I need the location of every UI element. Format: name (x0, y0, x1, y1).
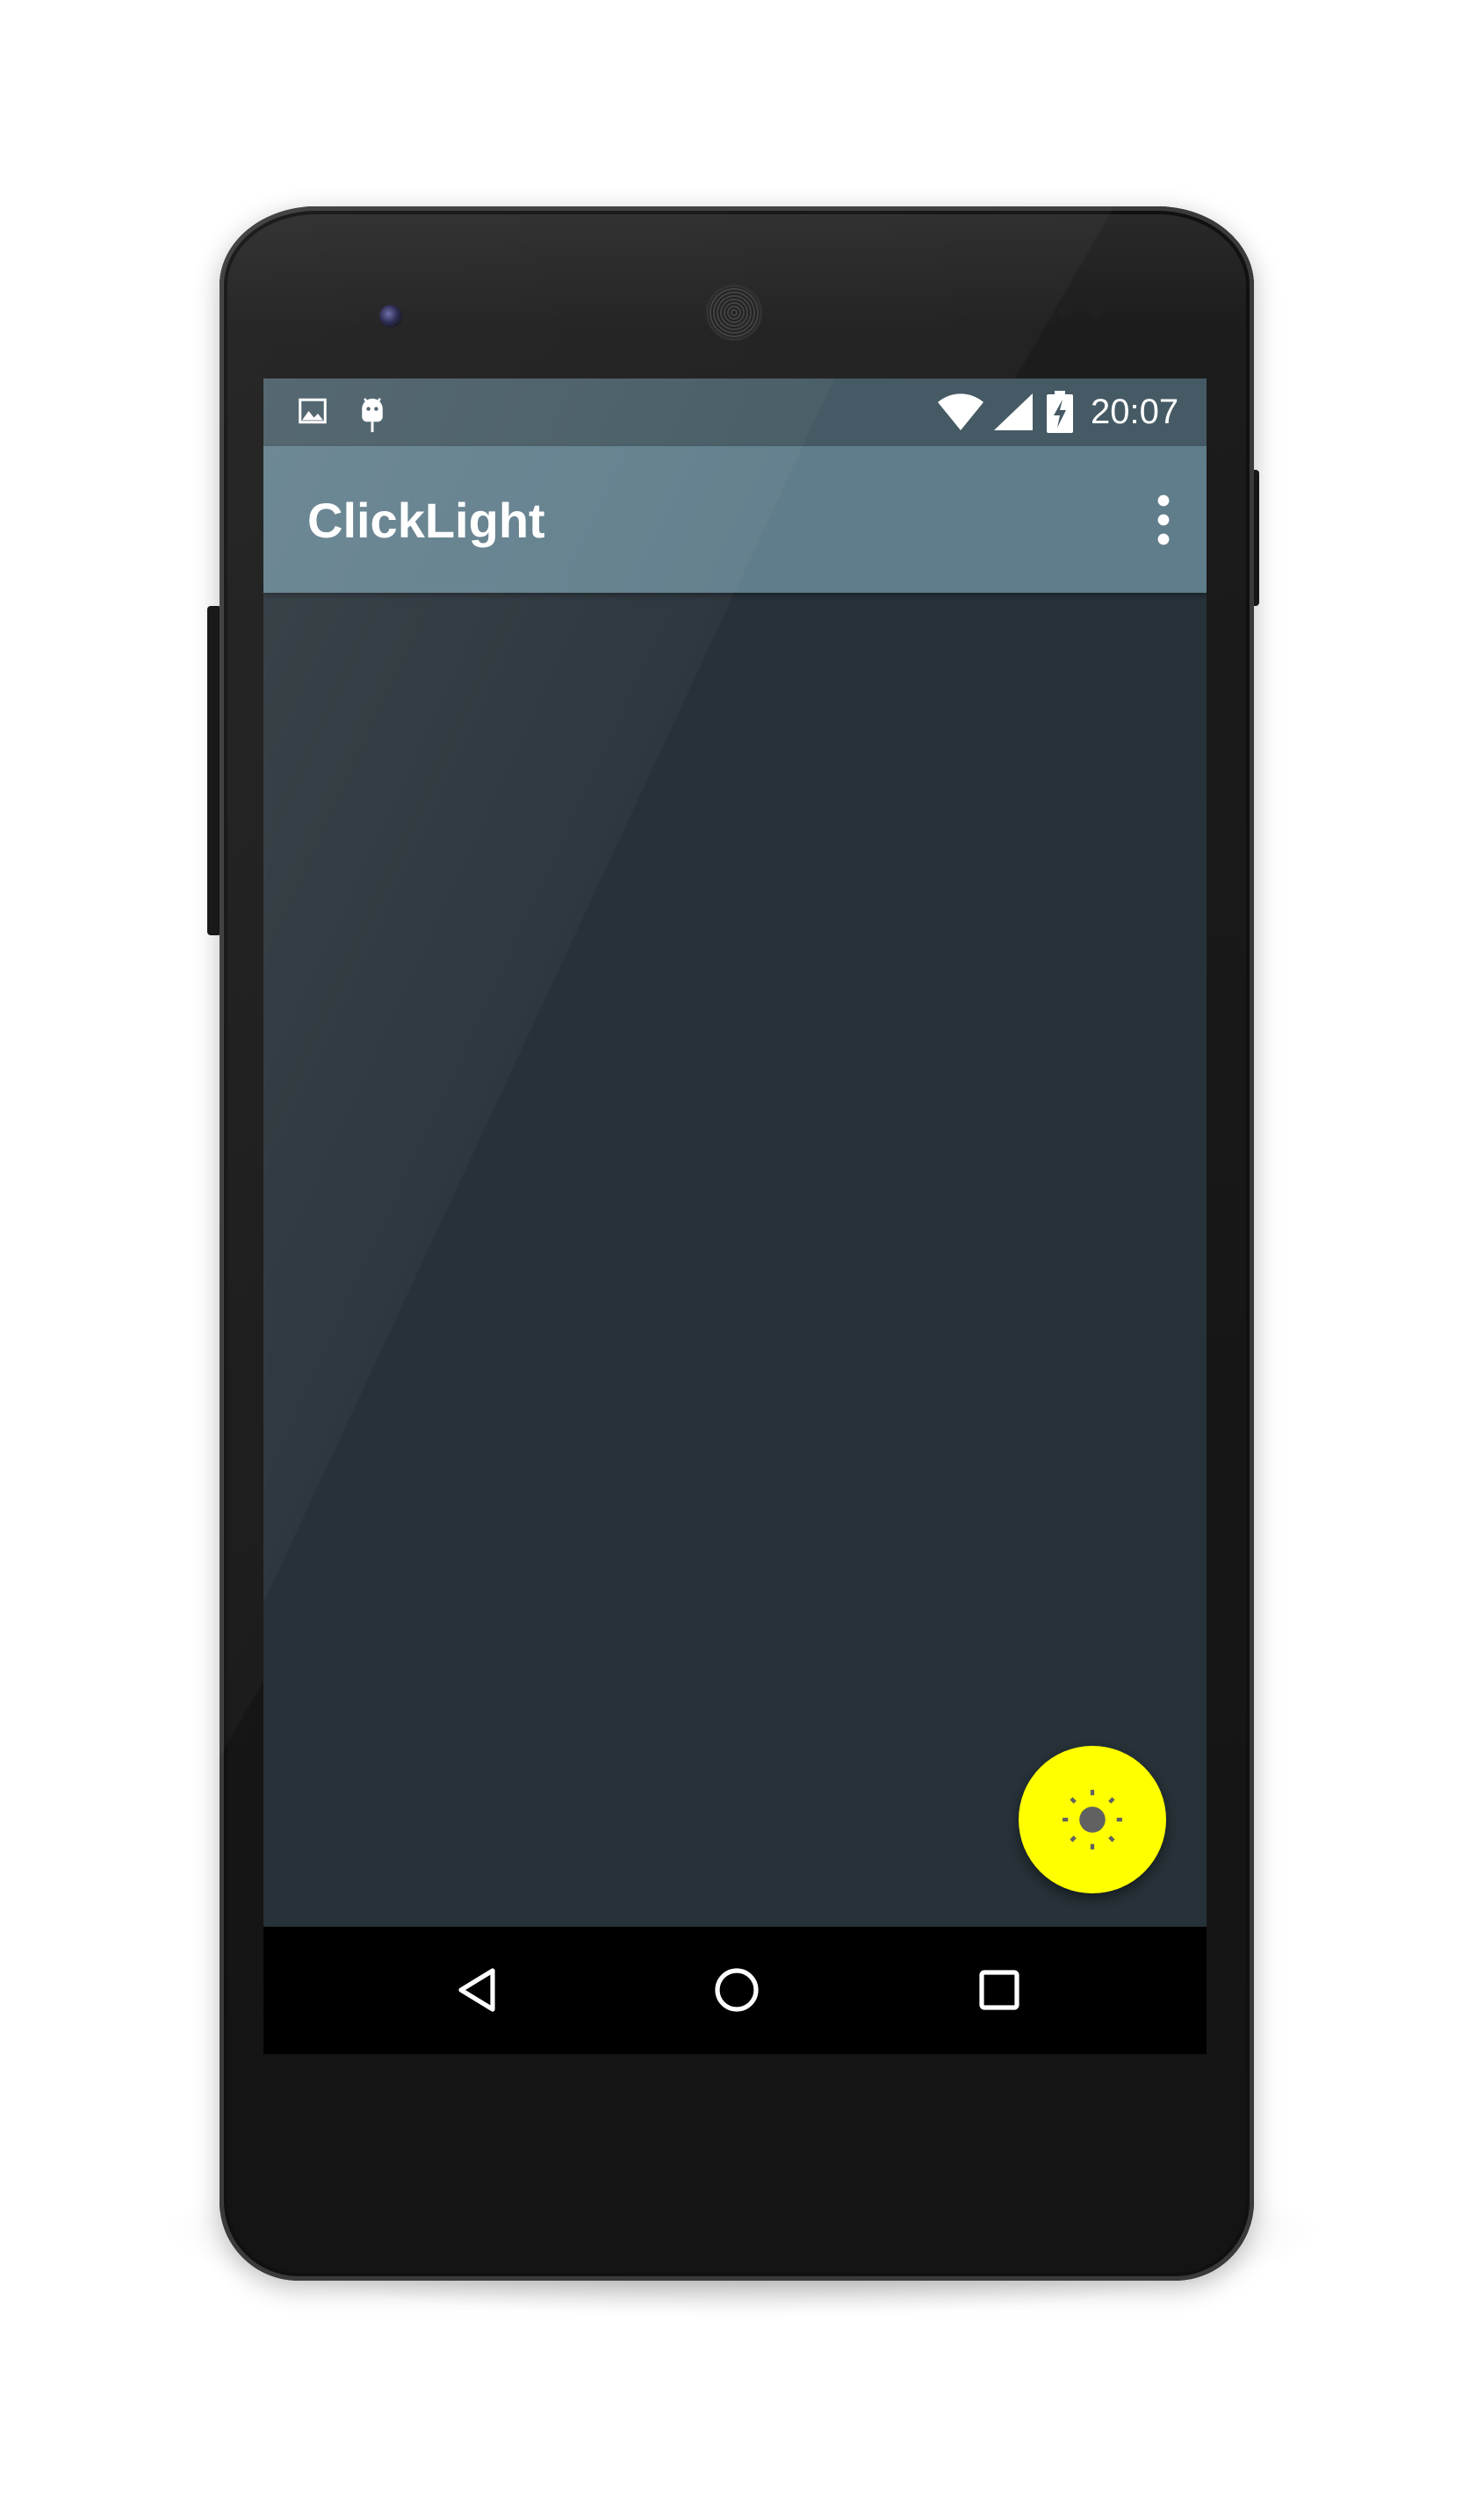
wifi-icon (938, 393, 983, 435)
battery-charging-icon (1047, 391, 1073, 437)
toggle-light-fab[interactable] (1019, 1746, 1166, 1893)
image-notification-icon (297, 395, 328, 431)
home-icon[interactable] (709, 1962, 765, 2018)
earpiece-speaker-icon (709, 287, 760, 338)
android-debug-icon (357, 391, 388, 439)
app-title: ClickLight (307, 493, 545, 548)
light-sensor (1089, 305, 1103, 319)
front-camera-icon (379, 305, 402, 328)
navigation-bar (263, 1927, 1207, 2054)
back-icon[interactable] (450, 1962, 507, 2018)
cell-signal-icon (994, 393, 1033, 435)
device-screen: 20:07 ClickLight (263, 379, 1207, 2054)
more-vert-icon[interactable] (1144, 492, 1183, 548)
app-toolbar: ClickLight (263, 446, 1207, 593)
proximity-sensor (1058, 305, 1072, 319)
recents-icon[interactable] (971, 1962, 1027, 2018)
main-content (263, 593, 1207, 1923)
status-bar: 20:07 (263, 379, 1207, 446)
brightness-icon (1063, 1790, 1122, 1849)
status-time: 20:07 (1091, 393, 1179, 431)
